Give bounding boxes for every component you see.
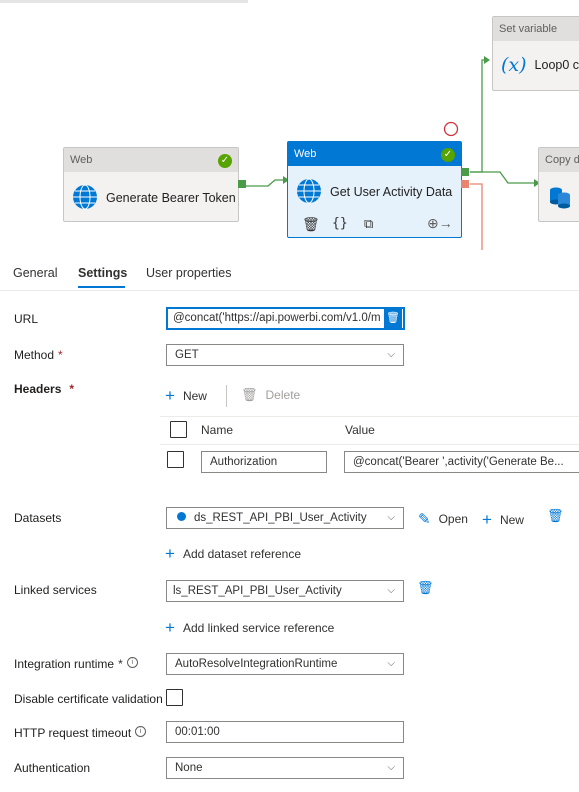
dataset-value: ds_REST_API_PBI_User_Activity <box>194 512 367 524</box>
plus-icon: + <box>482 510 492 529</box>
globe-icon <box>72 184 98 213</box>
headers-label: Headers * <box>14 382 75 396</box>
datasets-label: Datasets <box>14 511 62 525</box>
copy-icon[interactable]: ⧉ <box>364 216 373 232</box>
dataset-open-button[interactable]: ✎ Open <box>418 510 468 528</box>
method-label: Method * <box>14 348 63 362</box>
add-linked-service-reference-button[interactable]: + Add linked service reference <box>165 618 334 638</box>
node-copy-data[interactable]: Copy d <box>538 147 579 222</box>
headers-new-button[interactable]: + New <box>165 386 207 406</box>
authentication-label: Authentication <box>14 761 91 775</box>
trash-icon[interactable]: 🗑 <box>417 580 434 596</box>
database-icon <box>547 184 573 213</box>
chevron-down-icon: ⌵ <box>387 585 395 596</box>
success-port[interactable] <box>461 168 469 176</box>
node-type-label: Set variable <box>493 17 579 41</box>
node-title: Generate Bearer Token <box>106 191 236 205</box>
chevron-down-icon: ⌵ <box>387 658 395 669</box>
plus-icon: + <box>165 544 175 563</box>
integration-runtime-select[interactable]: AutoResolveIntegrationRuntime ⌵ <box>166 653 404 675</box>
node-set-variable[interactable]: Set variable (𝑥) Loop0 c <box>492 16 579 91</box>
node-type-label: Copy d <box>539 148 579 172</box>
tab-general[interactable]: General <box>13 266 57 280</box>
tab-settings[interactable]: Settings <box>78 266 127 280</box>
url-input[interactable]: @concat('https://api.powerbi.com/v1.0/m <box>166 307 405 330</box>
col-name-header: Name <box>201 423 234 437</box>
active-tab-indicator <box>78 286 125 288</box>
plus-icon: + <box>165 386 175 405</box>
tab-user-properties[interactable]: User properties <box>146 266 231 280</box>
url-label: URL <box>14 312 39 326</box>
select-all-checkbox[interactable] <box>170 421 187 438</box>
node-type-label: Web <box>288 142 461 166</box>
disable-cert-label: Disable certificate validation <box>14 692 163 706</box>
headers-table-border <box>160 416 579 417</box>
authentication-value: None <box>175 762 203 774</box>
trash-icon[interactable]: 🗑 <box>302 216 320 233</box>
info-icon[interactable]: i <box>126 657 138 668</box>
pencil-icon: ✎ <box>418 511 431 528</box>
node-title: Loop0 c <box>534 58 579 72</box>
dataset-new-button[interactable]: + New <box>482 510 524 530</box>
failure-port[interactable] <box>461 180 469 188</box>
linked-services-label: Linked services <box>14 583 97 597</box>
http-timeout-input[interactable]: 00:01:00 <box>166 721 404 743</box>
col-value-header: Value <box>345 423 375 437</box>
trash-icon: 🗑 <box>241 387 258 402</box>
header-name-input[interactable]: Authorization <box>201 451 327 473</box>
headers-delete-button[interactable]: 🗑 Delete <box>241 387 300 403</box>
trash-icon[interactable]: 🗑 <box>384 309 402 328</box>
method-value: GET <box>175 349 199 361</box>
disable-cert-checkbox[interactable] <box>166 689 183 706</box>
integration-runtime-value: AutoResolveIntegrationRuntime <box>175 658 338 670</box>
node-get-user-activity-data[interactable]: Web ✓ Get User Activity Data 🗑 {} ⧉ ⊕→ <box>287 141 462 238</box>
dataset-icon <box>177 512 186 522</box>
header-name-value: Authorization <box>210 456 278 468</box>
node-title: Get User Activity Data <box>330 185 453 199</box>
authentication-select[interactable]: None ⌵ <box>166 757 404 779</box>
node-type-label: Web <box>64 148 238 172</box>
url-value: @concat('https://api.powerbi.com/v1.0/m <box>173 312 381 324</box>
integration-runtime-label: Integration runtime * i <box>14 657 138 671</box>
braces-icon[interactable]: {} <box>332 216 348 231</box>
check-circle-icon: ✓ <box>218 154 232 168</box>
row-checkbox[interactable] <box>167 451 184 468</box>
headers-table-border <box>160 444 579 445</box>
info-icon[interactable]: i <box>135 726 147 737</box>
method-select[interactable]: GET ⌵ <box>166 344 404 366</box>
linked-service-select[interactable]: ls_REST_API_PBI_User_Activity ⌵ <box>166 580 404 602</box>
globe-icon <box>296 178 322 207</box>
http-timeout-value: 00:01:00 <box>175 726 220 738</box>
pipeline-canvas[interactable]: Set variable (𝑥) Loop0 c Web ✓ Generate … <box>0 0 579 250</box>
header-value-input[interactable]: @concat('Bearer ',activity('Generate Be.… <box>344 451 579 473</box>
success-port[interactable] <box>238 180 246 188</box>
header-value-value: @concat('Bearer ',activity('Generate Be.… <box>353 456 564 468</box>
trash-icon[interactable]: 🗑 <box>547 508 564 524</box>
dataset-select[interactable]: ds_REST_API_PBI_User_Activity ⌵ <box>166 507 404 529</box>
linked-service-value: ls_REST_API_PBI_User_Activity <box>173 585 342 597</box>
variable-icon: (𝑥) <box>501 54 527 76</box>
arrow-out-icon[interactable]: ⊕→ <box>427 215 453 232</box>
add-dataset-reference-button[interactable]: + Add dataset reference <box>165 544 301 564</box>
check-circle-icon: ✓ <box>441 148 455 162</box>
chevron-down-icon: ⌵ <box>387 349 395 360</box>
chevron-down-icon: ⌵ <box>387 762 395 773</box>
node-generate-bearer-token[interactable]: Web ✓ Generate Bearer Token <box>63 147 239 222</box>
properties-tabs: General Settings User properties <box>0 252 579 291</box>
plus-icon: + <box>165 618 175 637</box>
toolbar-divider <box>226 385 227 407</box>
http-timeout-label: HTTP request timeout i <box>14 726 147 740</box>
chevron-down-icon: ⌵ <box>387 512 395 523</box>
